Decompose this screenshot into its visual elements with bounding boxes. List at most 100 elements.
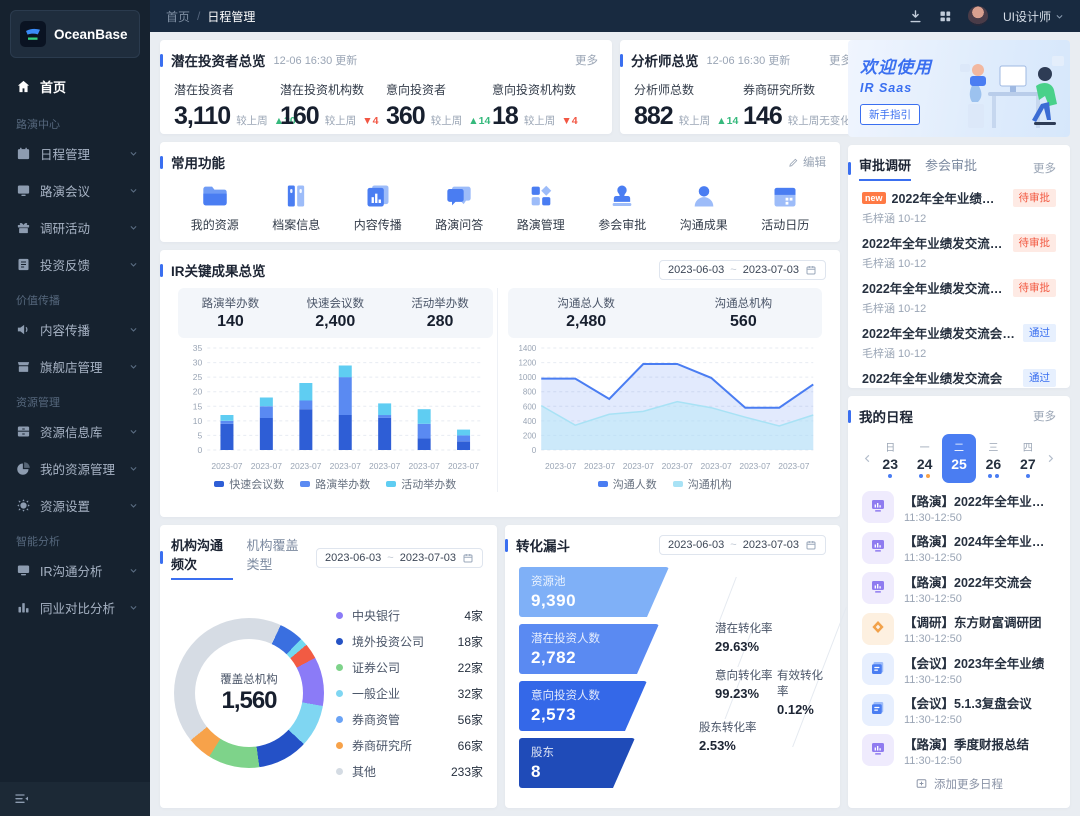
svg-text:2023-07: 2023-07 (409, 461, 440, 471)
schedule-event[interactable]: 【路演】2022年全年业绩发交流会 11:30-12:50 (862, 491, 1056, 524)
download-icon[interactable] (908, 9, 923, 24)
logo[interactable]: OceanBase (10, 10, 140, 58)
approval-item[interactable]: 2022年全年业绩发交流会绩发 待审批 毛梓涵 10-12 (862, 233, 1056, 271)
rate-value: 0.12% (777, 702, 814, 717)
approval-title: 2022年全年业绩发交流会绩发 (862, 327, 1017, 341)
approval-item[interactable]: 2022年全年业绩发交流会绩发 待审批 毛梓涵 10-12 (862, 278, 1056, 316)
sidebar-item[interactable]: IR沟通分析 (0, 552, 150, 589)
schedule-more-link[interactable]: 更多 (1033, 408, 1056, 424)
schedule-event[interactable]: 【路演】2022年交流会 11:30-12:50 (862, 572, 1056, 605)
legend-label: 中央银行 (352, 608, 401, 623)
avatar[interactable] (967, 6, 988, 26)
legend-label: 券商研究所 (352, 738, 413, 753)
schedule-event[interactable]: 【会议】2023年全年业绩 11:30-12:50 (862, 653, 1056, 686)
user-menu[interactable]: UI设计师 (1003, 8, 1064, 25)
sidebar-collapse-bar[interactable] (0, 782, 150, 816)
approval-more-link[interactable]: 更多 (1033, 160, 1056, 176)
schedule-event[interactable]: 【路演】季度财报总结 11:30-12:50 (862, 734, 1056, 767)
title-accent-bar (848, 161, 851, 175)
donut-legend-row: 证券公司 22家 (336, 654, 483, 680)
edit-quick-functions[interactable]: 编辑 (788, 154, 826, 170)
sidebar-section: 路演中心 日程管理 路演会议 调研活动 投资反馈 (0, 107, 150, 283)
event-dot (1025, 474, 1030, 478)
quick-function-item[interactable]: 活动日历 (745, 182, 827, 233)
sidebar-item[interactable]: 内容传播 (0, 311, 150, 348)
investor-more-link[interactable]: 更多 (575, 52, 598, 68)
sidebar-item[interactable]: 资源设置 (0, 487, 150, 524)
sidebar-item[interactable]: 我的资源管理 (0, 450, 150, 487)
stat-item: 意向投资机构数 18 较上周 ▼4 (492, 81, 598, 131)
stat-note: 较上周 (678, 115, 711, 127)
gear-icon (16, 498, 31, 513)
institution-frequency-card: 机构沟通频次 机构覆盖类型 2023-06-03 ~ 2023-07-03 覆盖… (160, 525, 497, 808)
sidebar-item[interactable]: 日程管理 (0, 135, 150, 172)
schedule-event[interactable]: 【会议】5.1.3复盘会议 11:30-12:50 (862, 693, 1056, 726)
quick-function-item[interactable]: 路演问答 (419, 182, 501, 233)
newbie-guide-button[interactable]: 新手指引 (860, 104, 920, 125)
approval-item[interactable]: 2022年全年业绩发交流会绩发 通过 毛梓涵 10-12 (862, 323, 1056, 361)
funnel-step-label: 潜在投资人数 (531, 633, 600, 645)
ir-stat-label: 活动举办数 (411, 298, 469, 310)
quick-function-item[interactable]: 我的资源 (174, 182, 256, 233)
legend-label: 快速会议数 (229, 479, 285, 491)
legend-dot (336, 689, 343, 697)
calendar-day[interactable]: 四 27 (1011, 434, 1045, 483)
donut-center-value: 1,560 (221, 687, 277, 714)
sidebar-item[interactable]: 旗舰店管理 (0, 348, 150, 385)
calendar-next-icon[interactable] (1045, 453, 1056, 464)
calendar-day[interactable]: 日 23 (873, 434, 907, 483)
event-list: 【路演】2022年全年业绩发交流会 11:30-12:50 【路演】2024年全… (862, 491, 1056, 767)
svg-text:0: 0 (531, 446, 536, 455)
tab-institution-frequency[interactable]: 机构沟通频次 (171, 535, 233, 580)
sidebar-item[interactable]: 资源信息库 (0, 413, 150, 450)
approval-item[interactable]: new 2022年全年业绩发交流会绩... 待审批 毛梓涵 10-12 (862, 188, 1056, 226)
event-time: 11:30-12:50 (904, 633, 962, 645)
sidebar-item-home[interactable]: 首页 (0, 66, 150, 107)
quick-function-item[interactable]: 内容传播 (337, 182, 419, 233)
funnel-date-range-picker[interactable]: 2023-06-03 ~ 2023-07-03 (659, 535, 826, 555)
ir-date-range-picker[interactable]: 2023-06-03 ~ 2023-07-03 (659, 260, 826, 280)
analyst-card-title: 分析师总览 (631, 54, 699, 69)
schedule-event[interactable]: 【路演】2024年全年业总结 11:30-12:50 (862, 531, 1056, 564)
approval-title: 2022年全年业绩发交流会 (862, 372, 1003, 386)
event-dots (976, 474, 1010, 480)
quick-function-item[interactable]: 参会审批 (582, 182, 664, 233)
sidebar-item[interactable]: 路演会议 (0, 172, 150, 209)
quick-function-item[interactable]: 档案信息 (256, 182, 338, 233)
calendar-day[interactable]: 三 26 (976, 434, 1010, 483)
svg-text:20: 20 (193, 387, 203, 397)
title-accent-bar (620, 53, 623, 67)
calendar-day[interactable]: 一 24 (907, 434, 941, 483)
sidebar-item[interactable]: 同业对比分析 (0, 589, 150, 626)
calendar-day[interactable]: 二 25 (941, 434, 977, 483)
event-dots (942, 474, 976, 480)
schedule-event[interactable]: 【调研】东方财富调研团 11:30-12:50 (862, 612, 1056, 645)
banner-illustration (960, 56, 1064, 128)
tab-meeting-approval[interactable]: 参会审批 (925, 155, 977, 179)
apps-grid-icon[interactable] (938, 9, 953, 24)
donut-center-label: 覆盖总机构 (220, 674, 278, 686)
welcome-banner: 欢迎使用 IR Saas 新手指引 (848, 40, 1070, 137)
chevron-down-icon (130, 189, 137, 193)
tab-approval-survey[interactable]: 审批调研 (859, 155, 912, 181)
date-separator: ~ (730, 539, 737, 551)
approval-item[interactable]: 2022年全年业绩发交流会 通过 毛梓涵 10-12 (862, 368, 1056, 388)
calendar-prev-icon[interactable] (862, 453, 873, 464)
event-icon-glyph (869, 659, 887, 680)
sidebar-item[interactable]: 调研活动 (0, 209, 150, 246)
donut-legend-row: 券商资管 56家 (336, 706, 483, 732)
svg-text:2023-07: 2023-07 (700, 461, 731, 471)
quick-function-item[interactable]: 沟通成果 (663, 182, 745, 233)
quick-function-item[interactable]: 路演管理 (500, 182, 582, 233)
add-schedule-button[interactable]: 添加更多日程 (862, 776, 1056, 792)
legend-label: 活动举办数 (401, 479, 457, 491)
event-dot (888, 474, 893, 478)
breadcrumb-home[interactable]: 首页 (166, 8, 190, 25)
donut-legend-row: 境外投资公司 18家 (336, 628, 483, 654)
donut-legend-row: 一般企业 32家 (336, 680, 483, 706)
tab-institution-coverage[interactable]: 机构覆盖类型 (247, 535, 309, 578)
sidebar-item[interactable]: 投资反馈 (0, 246, 150, 283)
donut-date-range-picker[interactable]: 2023-06-03 ~ 2023-07-03 (316, 547, 483, 568)
stat-label: 分析师总数 (634, 83, 695, 97)
quick-function-label: 路演问答 (435, 218, 484, 232)
